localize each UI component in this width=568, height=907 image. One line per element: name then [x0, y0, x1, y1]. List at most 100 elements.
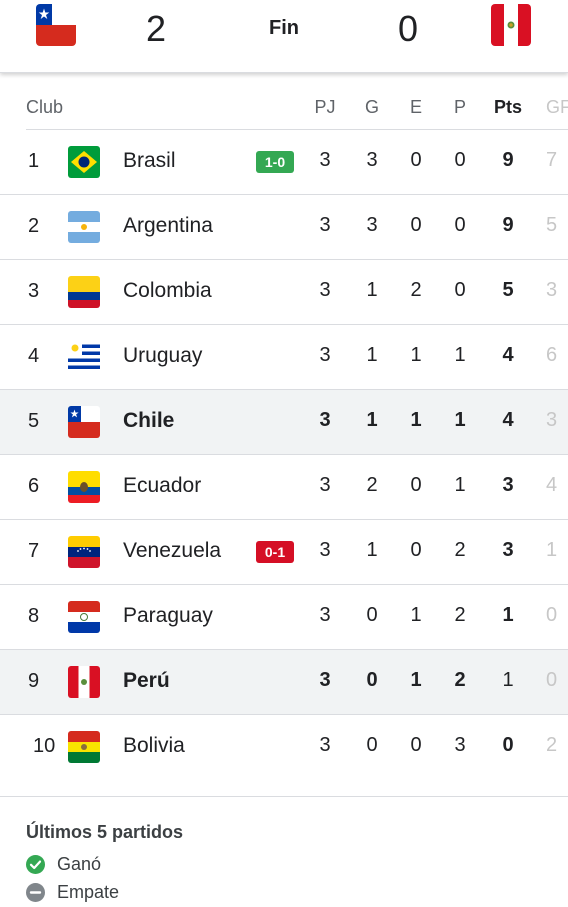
pj-value: 3: [319, 214, 331, 236]
p-value: 1: [454, 409, 466, 431]
uruguay-flag-icon: [68, 341, 100, 373]
rank: 9: [28, 670, 40, 692]
e-value: 1: [410, 604, 422, 626]
e-value: 0: [410, 539, 422, 561]
header-g[interactable]: G: [357, 97, 387, 118]
team-name[interactable]: Ecuador: [123, 474, 201, 498]
rank: 10: [33, 735, 56, 757]
match-score-card[interactable]: 2 Fin 0: [0, 0, 568, 73]
p-value: 2: [454, 669, 466, 691]
table-row[interactable]: 4 Uruguay 3 1 1 1 4 6: [0, 325, 568, 390]
match-status: Fin: [269, 17, 299, 39]
paraguay-flag-icon: [68, 601, 100, 633]
gf-value: 6: [546, 344, 558, 366]
gf-value: 5: [546, 214, 558, 236]
check-circle-icon: [26, 855, 45, 874]
e-value: 1: [410, 409, 422, 431]
table-row[interactable]: 1 Brasil 1-0 3 3 0 0 9 7: [0, 130, 568, 195]
p-value: 1: [454, 344, 466, 366]
p-value: 2: [454, 539, 466, 561]
team-name[interactable]: Argentina: [123, 214, 213, 238]
g-value: 3: [366, 149, 378, 171]
pts-value: 5: [502, 279, 514, 301]
e-value: 1: [410, 344, 422, 366]
header-e[interactable]: E: [401, 97, 431, 118]
team-name[interactable]: Perú: [123, 669, 170, 693]
table-row[interactable]: 9 Perú 3 0 1 2 1 0: [0, 650, 568, 715]
team-name[interactable]: Chile: [123, 409, 174, 433]
e-value: 0: [410, 214, 422, 236]
g-value: 3: [366, 214, 378, 236]
g-value: 2: [366, 474, 378, 496]
rank: 3: [28, 280, 40, 302]
p-value: 1: [454, 474, 466, 496]
pj-value: 3: [319, 539, 331, 561]
g-value: 1: [366, 344, 378, 366]
team-name[interactable]: Uruguay: [123, 344, 202, 368]
header-gf[interactable]: GF: [546, 97, 568, 118]
team-name[interactable]: Venezuela: [123, 539, 221, 563]
e-value: 2: [410, 279, 422, 301]
pts-value: 4: [502, 409, 514, 431]
pts-value: 3: [502, 474, 514, 496]
e-value: 0: [410, 474, 422, 496]
rank: 5: [28, 410, 40, 432]
pj-value: 3: [319, 669, 331, 691]
peru-flag-icon: [68, 666, 100, 698]
p-value: 3: [454, 734, 466, 756]
table-row[interactable]: 8 Paraguay 3 0 1 2 1 0: [0, 585, 568, 650]
pj-value: 3: [319, 474, 331, 496]
argentina-flag-icon: [68, 211, 100, 243]
e-value: 0: [410, 149, 422, 171]
team-name[interactable]: Bolivia: [123, 734, 185, 758]
gf-value: 0: [546, 604, 558, 626]
e-value: 1: [410, 669, 422, 691]
pj-value: 3: [319, 279, 331, 301]
pts-value: 9: [502, 149, 514, 171]
rank: 7: [28, 540, 40, 562]
table-row[interactable]: 2 Argentina 3 3 0 0 9 5: [0, 195, 568, 260]
gf-value: 3: [546, 409, 558, 431]
rank: 4: [28, 345, 40, 367]
table-row[interactable]: 5 Chile 3 1 1 1 4 3: [0, 390, 568, 455]
header-pj[interactable]: PJ: [310, 97, 340, 118]
g-value: 1: [366, 539, 378, 561]
header-club: Club: [26, 97, 64, 117]
legend-title: Últimos 5 partidos: [26, 822, 184, 842]
rank: 1: [28, 150, 40, 172]
team-name[interactable]: Brasil: [123, 149, 176, 173]
header-pts[interactable]: Pts: [493, 97, 523, 118]
colombia-flag-icon: [68, 276, 100, 308]
table-row[interactable]: 10 Bolivia 3 0 0 3 0 2: [0, 715, 568, 779]
pj-value: 3: [319, 409, 331, 431]
rank: 2: [28, 215, 40, 237]
g-value: 0: [366, 734, 378, 756]
pts-value: 4: [502, 344, 514, 366]
live-result-badge: 0-1: [256, 541, 294, 563]
g-value: 1: [366, 279, 378, 301]
pts-value: 1: [502, 669, 514, 691]
gf-value: 4: [546, 474, 558, 496]
gf-value: 2: [546, 734, 558, 756]
e-value: 0: [410, 734, 422, 756]
team-name[interactable]: Paraguay: [123, 604, 213, 628]
pj-value: 3: [319, 344, 331, 366]
gf-value: 3: [546, 279, 558, 301]
pj-value: 3: [319, 149, 331, 171]
pts-value: 1: [502, 604, 514, 626]
team-name[interactable]: Colombia: [123, 279, 212, 303]
away-score: 0: [398, 8, 419, 49]
gf-value: 0: [546, 669, 558, 691]
table-row[interactable]: 7 Venezuela 0-1 3 1 0 2 3 1: [0, 520, 568, 585]
pj-value: 3: [319, 604, 331, 626]
gf-value: 1: [546, 539, 558, 561]
gf-value: 7: [546, 149, 558, 171]
p-value: 0: [454, 279, 466, 301]
live-result-badge: 1-0: [256, 151, 294, 173]
rank: 6: [28, 475, 40, 497]
brasil-flag-icon: [68, 146, 100, 178]
p-value: 0: [454, 149, 466, 171]
table-row[interactable]: 6 Ecuador 3 2 0 1 3 4: [0, 455, 568, 520]
table-row[interactable]: 3 Colombia 3 1 2 0 5 3: [0, 260, 568, 325]
header-p[interactable]: P: [445, 97, 475, 118]
